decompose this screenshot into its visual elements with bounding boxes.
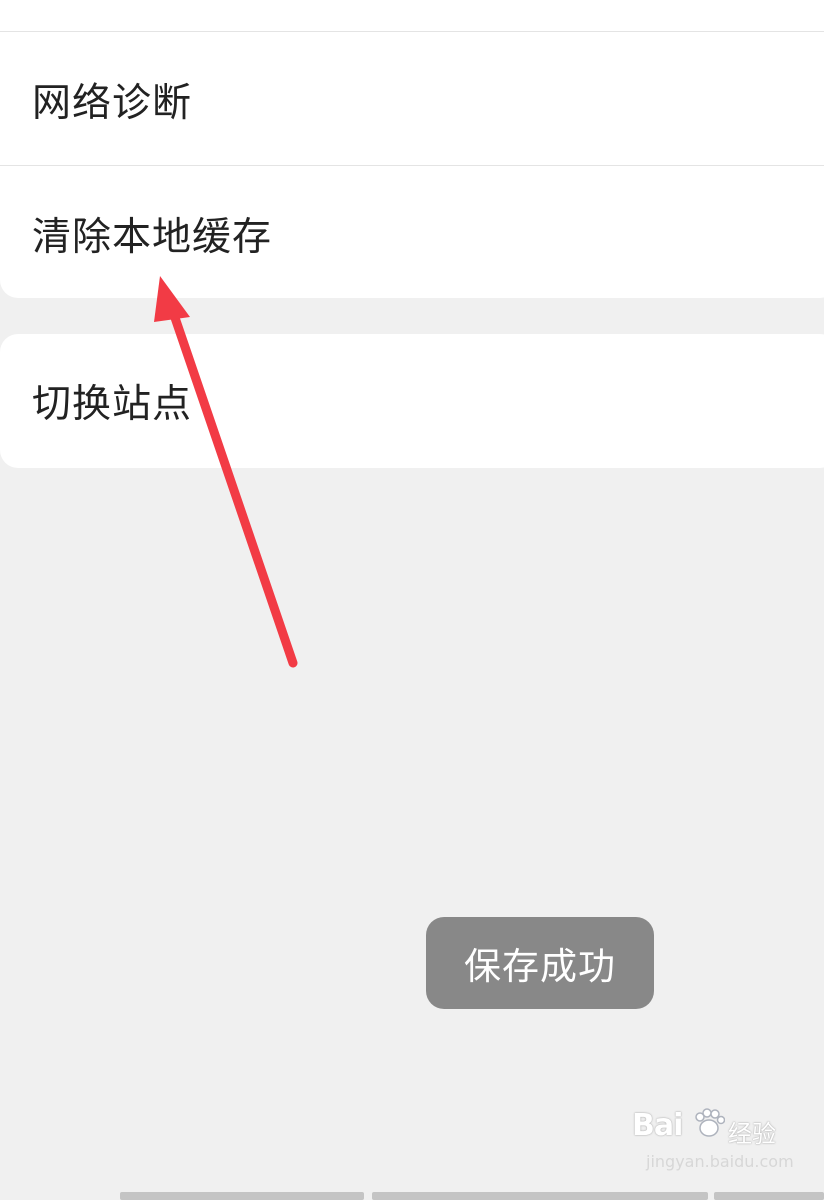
item-divider bbox=[0, 165, 824, 166]
baidu-jingyan-watermark: Bai 经验 jingyan.baidu.com bbox=[632, 1108, 794, 1180]
bottom-navigation-bar-left bbox=[120, 1192, 364, 1200]
save-success-toast: 保存成功 bbox=[426, 917, 654, 1009]
watermark-jingyan-text: 经验 bbox=[728, 1120, 776, 1148]
network-diagnosis-item[interactable]: 网络诊断 bbox=[0, 33, 824, 167]
watermark-url: jingyan.baidu.com bbox=[646, 1152, 794, 1171]
switch-site-item[interactable]: 切换站点 bbox=[0, 334, 824, 468]
clear-local-cache-item[interactable]: 清除本地缓存 bbox=[0, 167, 824, 301]
settings-card-primary: 网络诊断 清除本地缓存 bbox=[0, 0, 824, 298]
bottom-navigation-bar-right bbox=[714, 1192, 824, 1200]
paw-icon bbox=[695, 1108, 725, 1137]
toast-message: 保存成功 bbox=[464, 945, 616, 988]
bottom-navigation-bar-center bbox=[372, 1192, 708, 1200]
watermark-logo-text: Bai bbox=[632, 1108, 683, 1143]
settings-card-secondary: 切换站点 bbox=[0, 334, 824, 468]
clear-local-cache-label: 清除本地缓存 bbox=[32, 215, 273, 260]
top-divider bbox=[0, 31, 824, 32]
switch-site-label: 切换站点 bbox=[32, 382, 193, 427]
network-diagnosis-label: 网络诊断 bbox=[32, 81, 193, 126]
